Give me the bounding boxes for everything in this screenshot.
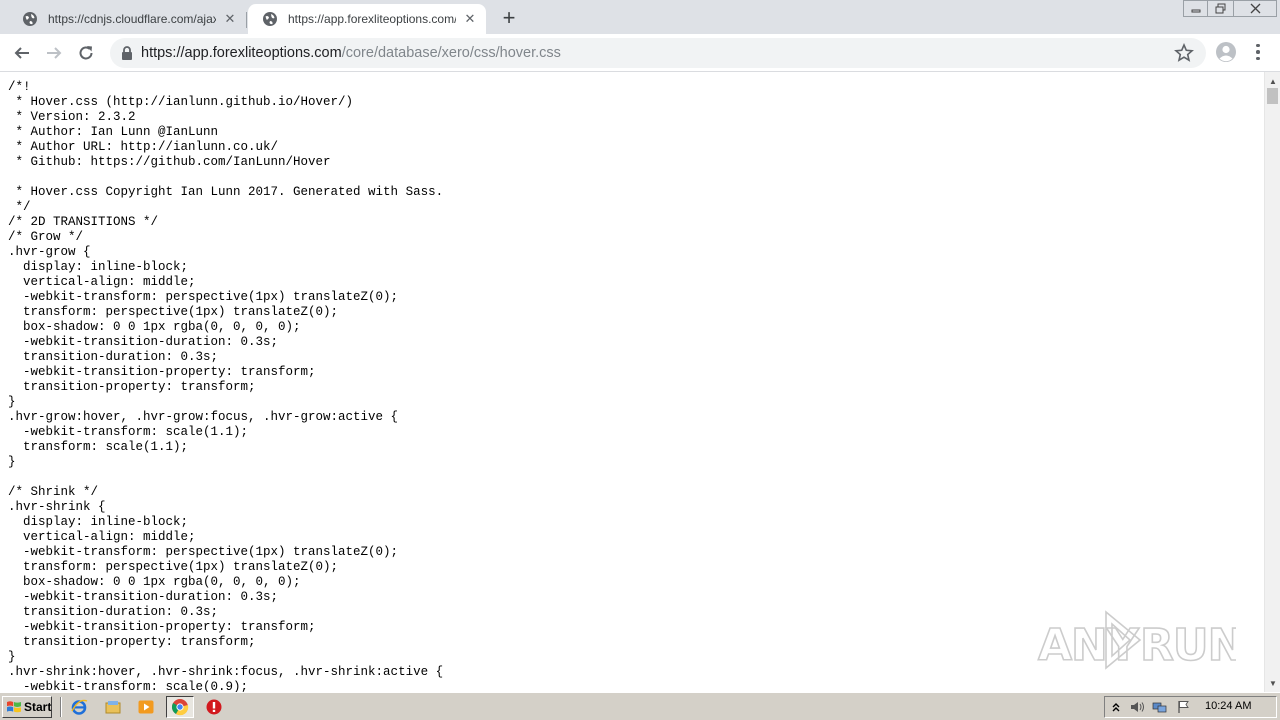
ie-logo-icon xyxy=(71,699,88,715)
media-play-icon xyxy=(138,700,154,714)
scroll-down-arrow-icon[interactable]: ▼ xyxy=(1265,676,1280,690)
tab-title: https://app.forexliteoptions.com/core/ xyxy=(288,12,456,26)
close-tab-icon[interactable]: ✕ xyxy=(462,11,478,27)
browser-toolbar: https://app.forexliteoptions.com/core/da… xyxy=(0,34,1280,72)
system-tray: 10:24 AM xyxy=(1104,696,1277,718)
network-icon[interactable] xyxy=(1152,699,1168,715)
stop-icon[interactable] xyxy=(205,698,223,716)
tab-forexliteoptions[interactable]: https://app.forexliteoptions.com/core/ ✕ xyxy=(248,4,486,34)
globe-icon xyxy=(23,12,37,26)
restore-button[interactable] xyxy=(1207,0,1233,17)
start-label: Start xyxy=(24,700,52,714)
tab-cdnjs[interactable]: https://cdnjs.cloudflare.com/ajax/libs/ … xyxy=(8,4,246,34)
start-button[interactable]: Start xyxy=(2,696,52,718)
tab-title: https://cdnjs.cloudflare.com/ajax/libs/ xyxy=(48,12,216,26)
restore-icon xyxy=(1215,3,1225,14)
chrome-taskbar-button[interactable] xyxy=(166,696,194,718)
volume-icon[interactable] xyxy=(1129,699,1145,715)
menu-dot-icon xyxy=(1256,56,1260,61)
globe-icon xyxy=(263,12,277,26)
menu-dot-icon xyxy=(1256,43,1260,48)
chrome-logo-icon xyxy=(171,699,189,716)
windows-taskbar: Start 10:24 AM xyxy=(0,692,1280,720)
url-text[interactable]: https://app.forexliteoptions.com/core/da… xyxy=(141,45,561,61)
new-tab-button[interactable]: + xyxy=(498,7,520,29)
forward-button[interactable] xyxy=(42,41,66,65)
ie-icon[interactable] xyxy=(70,698,88,716)
tab-separator xyxy=(246,12,247,28)
folder-icon xyxy=(105,701,121,714)
scroll-up-arrow-icon[interactable]: ▲ xyxy=(1265,74,1280,88)
page-content: /*! * Hover.css (http://ianlunn.github.i… xyxy=(0,72,1264,692)
watermark-text-run: RUN xyxy=(1140,620,1236,671)
anyrun-watermark: ANY RUN xyxy=(1037,610,1236,672)
address-bar[interactable]: https://app.forexliteoptions.com/core/da… xyxy=(110,38,1206,68)
css-source-text: /*! * Hover.css (http://ianlunn.github.i… xyxy=(8,80,444,692)
close-window-button[interactable] xyxy=(1233,0,1277,17)
back-arrow-icon xyxy=(14,47,29,59)
menu-dot-icon xyxy=(1256,50,1260,54)
close-icon xyxy=(1250,3,1260,14)
stop-sign-icon xyxy=(206,699,222,715)
minimize-icon xyxy=(1191,9,1200,12)
windows-logo-icon xyxy=(7,701,21,713)
url-path: /core/database/xero/css/hover.css xyxy=(341,45,561,61)
minimize-button[interactable] xyxy=(1183,0,1207,17)
taskbar-clock[interactable]: 10:24 AM xyxy=(1205,700,1251,712)
show-hidden-icons-chevron-icon[interactable] xyxy=(1108,699,1124,715)
taskbar-divider xyxy=(60,697,62,717)
vertical-scrollbar[interactable]: ▲ ▼ xyxy=(1264,72,1280,692)
media-player-icon[interactable] xyxy=(137,698,155,716)
scrollbar-thumb[interactable] xyxy=(1267,88,1278,104)
url-host: https://app.forexliteoptions.com xyxy=(141,45,342,61)
bookmark-star-icon[interactable] xyxy=(1174,43,1194,63)
chrome-menu-button[interactable] xyxy=(1250,41,1266,63)
profile-avatar-icon[interactable] xyxy=(1215,41,1237,63)
reload-button[interactable] xyxy=(74,41,98,65)
reload-icon xyxy=(79,46,93,60)
explorer-icon[interactable] xyxy=(104,698,122,716)
forward-arrow-icon xyxy=(47,47,62,59)
action-center-flag-icon[interactable] xyxy=(1175,699,1191,715)
close-tab-icon[interactable]: ✕ xyxy=(222,11,238,27)
lock-icon[interactable] xyxy=(120,45,134,61)
back-button[interactable] xyxy=(10,41,34,65)
tab-strip: https://cdnjs.cloudflare.com/ajax/libs/ … xyxy=(0,0,1280,34)
